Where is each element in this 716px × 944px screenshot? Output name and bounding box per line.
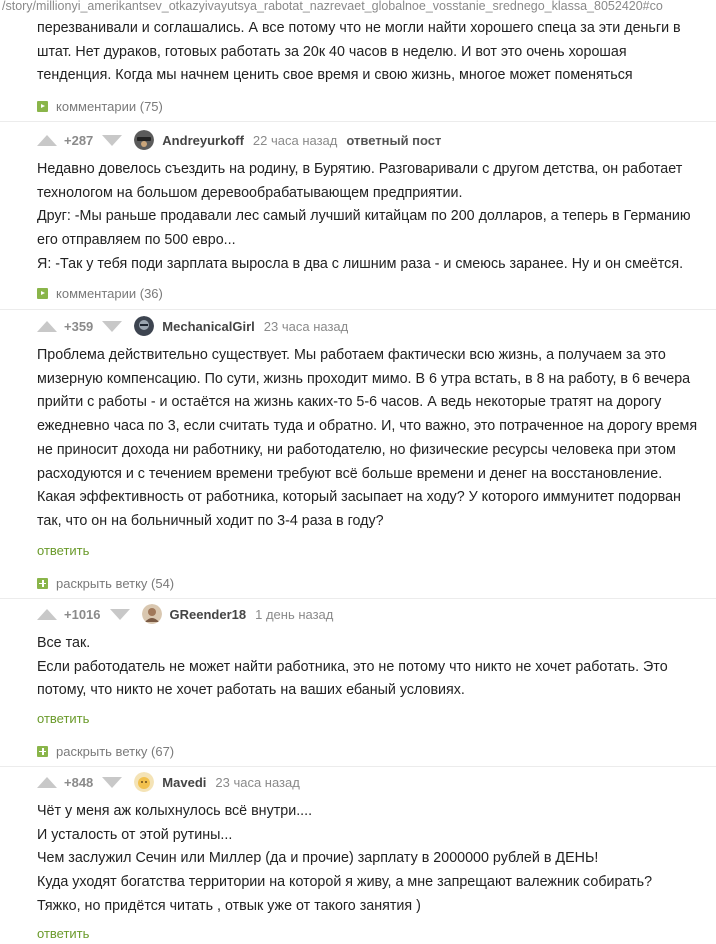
divider — [0, 309, 716, 310]
comment-text: Проблема действительно существует. Мы ра… — [37, 344, 709, 534]
comment-line: Я: -Так у тебя поди зарплата выросла в д… — [37, 255, 684, 272]
timestamp[interactable]: 1 день назад — [255, 607, 333, 622]
story-text-line: перезванивали и соглашались. А все потом… — [37, 20, 681, 36]
comment-line: Тяжко, но придётся читать , отвык уже от… — [37, 897, 421, 914]
timestamp[interactable]: 23 часа назад — [264, 319, 348, 334]
timestamp[interactable]: 22 часа назад — [253, 133, 337, 148]
arrow-down-icon[interactable] — [109, 608, 130, 620]
comment-text: Все так. Если работодатель не может найт… — [37, 632, 709, 703]
rating: +287 — [64, 132, 94, 148]
story-text-line: штат. Нет дураков, готовых работать за 2… — [37, 43, 627, 60]
story-text-line: тенденция. Когда мы начнем ценить свое в… — [37, 67, 633, 84]
expand-thread-label: раскрыть ветку (67) — [56, 743, 175, 759]
comment-line: Недавно довелось съездить на родину, в Б… — [37, 161, 683, 177]
comment-line: не приносит дохода ни работнику, ни рабо… — [37, 441, 676, 458]
avatar[interactable] — [141, 604, 162, 624]
reply-link[interactable]: ответить — [37, 926, 89, 941]
expand-thread-label: раскрыть ветку (54) — [56, 575, 175, 591]
rating: +1016 — [64, 606, 101, 622]
comment-line: ежедневно часа по 3, если считать туда и… — [37, 418, 698, 435]
comment-line: технологом на большом деревообрабатывающ… — [37, 184, 463, 201]
arrow-up-icon[interactable] — [37, 776, 57, 788]
author-name[interactable]: Andreyurkoff — [162, 133, 244, 148]
comment-header: +848 Mavedi 23 часа назад — [37, 772, 309, 792]
arrow-down-icon[interactable] — [102, 320, 123, 332]
author-name[interactable]: GReender18 — [170, 607, 247, 622]
comment-line: его отправляем по 500 евро... — [37, 232, 236, 249]
avatar[interactable] — [134, 130, 155, 150]
comment-line: Если работодатель не может найти работни… — [37, 658, 668, 675]
comment-line: Проблема действительно существует. Мы ра… — [37, 347, 666, 363]
arrow-right-icon — [37, 100, 48, 112]
story-text: перезванивали и соглашались. А все потом… — [37, 17, 709, 88]
arrow-up-icon[interactable] — [37, 320, 57, 332]
comment-header: +1016 GReender18 1 день назад — [37, 604, 342, 624]
comment-header: +287 Andreyurkoff 22 часа назад ответный… — [37, 130, 441, 150]
comment-header: +359 MechanicalGirl 23 часа назад — [37, 316, 357, 336]
author-name[interactable]: MechanicalGirl — [162, 319, 254, 334]
arrow-up-icon[interactable] — [37, 134, 57, 146]
avatar[interactable] — [134, 316, 155, 336]
divider — [0, 121, 716, 122]
address-bar-url[interactable]: /story/millionyi_amerikantsev_otkazyivay… — [0, 0, 716, 16]
expand-thread-link[interactable]: раскрыть ветку (54) — [37, 575, 174, 591]
plus-icon — [37, 745, 48, 757]
comment-line: потому, что никто не хочет работать на в… — [37, 682, 465, 699]
expand-thread-link[interactable]: раскрыть ветку (67) — [37, 743, 174, 759]
comments-link-label: комментарии (75) — [56, 98, 163, 114]
comments-link[interactable]: комментарии (36) — [37, 285, 163, 301]
author-name[interactable]: Mavedi — [162, 775, 206, 790]
comment-text: Чёт у меня аж колыхнулось всё внутри....… — [37, 800, 709, 919]
arrow-up-icon[interactable] — [37, 608, 57, 620]
divider — [0, 766, 716, 767]
comment-line: прийти с работы - и остаётся на жизнь ка… — [37, 394, 662, 411]
comments-link[interactable]: комментарии (75) — [37, 98, 163, 114]
avatar[interactable] — [134, 772, 155, 792]
comment-line: Чем заслужил Сечин или Миллер (да и проч… — [37, 850, 599, 867]
comment-line: так, что он на больничный ходит по 3-4 р… — [37, 512, 384, 529]
comment-line: Чёт у меня аж колыхнулось всё внутри.... — [37, 803, 313, 819]
arrow-down-icon[interactable] — [102, 776, 123, 788]
comment-line: Друг: -Мы раньше продавали лес самый луч… — [37, 208, 691, 225]
comment-text: Недавно довелось съездить на родину, в Б… — [37, 158, 709, 277]
rating: +848 — [64, 774, 94, 790]
comments-link-label: комментарии (36) — [56, 285, 163, 301]
comment-line: мизерную компенсацию. По сути, жизнь про… — [37, 370, 691, 387]
post-tag[interactable]: ответный пост — [346, 133, 441, 148]
arrow-right-icon — [37, 287, 48, 299]
comment-line: Какая эффективность от работника, которы… — [37, 489, 681, 506]
comment-line: Куда уходят богатства территории на кото… — [37, 874, 653, 891]
comment-line: расходуются и с течением времени требуют… — [37, 465, 663, 482]
reply-link[interactable]: ответить — [37, 711, 89, 726]
comment-line: Все так. — [37, 635, 91, 651]
divider — [0, 598, 716, 599]
timestamp[interactable]: 23 часа назад — [215, 775, 299, 790]
rating: +359 — [64, 318, 94, 334]
plus-icon — [37, 577, 48, 589]
reply-link[interactable]: ответить — [37, 543, 89, 558]
comment-line: И усталость от этой рутины... — [37, 826, 233, 843]
arrow-down-icon[interactable] — [102, 134, 123, 146]
